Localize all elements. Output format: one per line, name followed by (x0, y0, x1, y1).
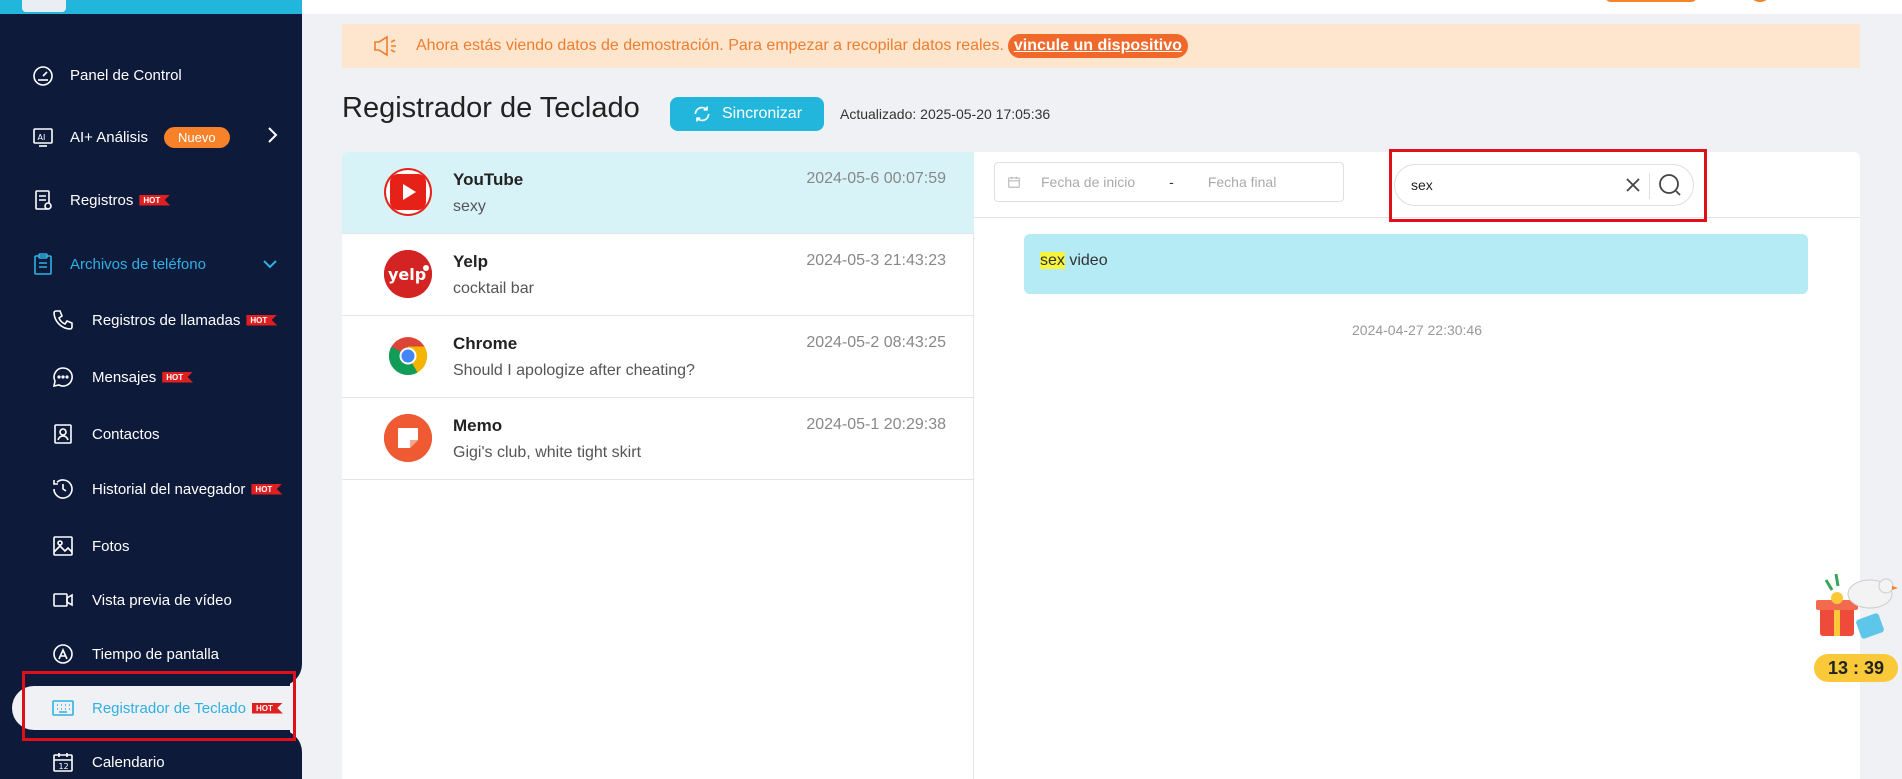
demo-banner: Ahora estás viendo datos de demostración… (342, 24, 1860, 68)
page-title: Registrador de Teclado (342, 92, 640, 124)
date-separator: - (1169, 174, 1174, 190)
list-item[interactable]: Chrome Should I apologize after cheating… (342, 316, 974, 398)
annotation-box-keylogger (22, 671, 296, 741)
history-icon (50, 476, 76, 502)
annotation-box-search (1389, 149, 1707, 222)
sidebar-item-registros[interactable]: Registros HOT (0, 180, 302, 220)
gift-bird-icon (1816, 573, 1898, 639)
typed-text: Should I apologize after cheating? (453, 362, 695, 379)
sidebar-item-dashboard[interactable]: Panel de Control (0, 55, 302, 95)
timestamp: 2024-05-3 21:43:23 (806, 252, 946, 269)
refresh-icon (692, 104, 712, 124)
hot-badge: HOT (246, 314, 278, 326)
list-item[interactable]: yelp Yelp cocktail bar 2024-05-3 21:43:2… (342, 234, 974, 316)
youtube-icon (384, 168, 432, 216)
chat-icon (50, 364, 76, 390)
timestamp: 2024-05-2 08:43:25 (806, 334, 946, 351)
sidebar-item-video-preview[interactable]: Vista previa de vídeo (0, 580, 302, 620)
sidebar-item-contacts[interactable]: Contactos (0, 414, 302, 454)
app-name: Chrome (453, 334, 518, 353)
sidebar-item-calendar[interactable]: 12 Calendario (0, 742, 302, 779)
chevron-right-icon (266, 126, 278, 149)
svg-text:AI: AI (38, 133, 46, 142)
start-date-field[interactable]: Fecha de inicio (1041, 174, 1135, 190)
list-item[interactable]: YouTube sexy 2024-05-6 00:07:59 (342, 152, 974, 234)
sidebar-item-screen-time[interactable]: Tiempo de pantalla (0, 634, 302, 674)
sidebar-item-label: Tiempo de pantalla (92, 645, 220, 663)
sidebar-item-label: Fotos (92, 537, 130, 555)
list-item[interactable]: Memo Gigi's club, white tight skirt 2024… (342, 398, 974, 480)
keylogger-panel: YouTube sexy 2024-05-6 00:07:59 yelp Yel… (342, 152, 1860, 779)
clipboard-icon (30, 251, 56, 277)
sidebar-item-call-logs[interactable]: Registros de llamadas HOT (0, 300, 302, 340)
calendar-icon (1007, 175, 1021, 189)
sidebar-item-browser-history[interactable]: Historial del navegador HOT (0, 469, 302, 509)
sidebar-item-label: Panel de Control (70, 66, 182, 84)
new-badge: Nuevo (163, 126, 230, 148)
chrome-icon (384, 332, 432, 380)
sidebar-item-ai-analysis[interactable]: AI AI+ Análisis Nuevo (0, 117, 302, 157)
memo-icon (384, 414, 432, 462)
ai-icon: AI (30, 124, 56, 150)
countdown-timer: 13 : 39 (1814, 654, 1898, 682)
timestamp: 2024-05-1 20:29:38 (806, 416, 946, 433)
megaphone-icon (372, 35, 398, 57)
typed-text: sexy (453, 198, 486, 215)
app-name: Memo (453, 416, 503, 435)
search-highlight: sex (1040, 252, 1065, 269)
message-bubble: sex video (1024, 234, 1808, 294)
hot-badge: HOT (251, 483, 283, 495)
sync-button[interactable]: Sincronizar (670, 97, 824, 131)
detail-pane: Fecha de inicio - Fecha final sex video … (974, 152, 1860, 779)
top-bar (302, 0, 1902, 14)
hot-badge: HOT (162, 371, 194, 383)
yelp-icon: yelp (384, 250, 432, 298)
message-text: video (1064, 252, 1108, 269)
last-updated: Actualizado: 2025-05-20 17:05:36 (840, 106, 1051, 122)
sidebar-item-photos[interactable]: Fotos (0, 526, 302, 566)
message-timestamp: 2024-04-27 22:30:46 (1352, 322, 1482, 338)
sidebar-item-messages[interactable]: Mensajes HOT (0, 357, 302, 397)
timestamp: 2024-05-6 00:07:59 (806, 170, 946, 187)
video-camera-icon (50, 587, 76, 613)
sync-label: Sincronizar (721, 105, 803, 122)
sidebar-item-label: AI+ Análisis (70, 128, 148, 146)
document-icon (30, 187, 56, 213)
svg-text:12: 12 (59, 762, 69, 771)
typed-text: Gigi's club, white tight skirt (453, 444, 642, 461)
device-avatar[interactable] (22, 0, 66, 12)
sidebar-item-label: Mensajes (92, 368, 157, 386)
phone-icon (50, 307, 76, 333)
contact-card-icon (50, 421, 76, 447)
link-device-link[interactable]: vincule un dispositivo (1007, 34, 1188, 58)
sidebar-item-label: Registros de llamadas (92, 311, 241, 329)
sidebar-item-phone-files[interactable]: Archivos de teléfono (0, 244, 302, 284)
top-action-button[interactable] (1605, 0, 1697, 2)
sidebar: Panel de Control AI AI+ Análisis Nuevo R… (0, 0, 302, 779)
image-icon (50, 533, 76, 559)
svg-text:yelp: yelp (388, 265, 426, 284)
sidebar-item-label: Archivos de teléfono (70, 255, 206, 273)
calendar-icon: 12 (50, 749, 76, 775)
sidebar-item-label: Vista previa de vídeo (92, 591, 232, 609)
sidebar-header (0, 0, 302, 14)
app-store-icon (50, 641, 76, 667)
app-list: YouTube sexy 2024-05-6 00:07:59 yelp Yel… (342, 152, 974, 779)
sidebar-item-label: Historial del navegador (92, 480, 246, 498)
speedometer-icon (30, 62, 56, 88)
end-date-field[interactable]: Fecha final (1208, 174, 1276, 190)
chevron-down-icon (262, 254, 278, 275)
banner-text: Ahora estás viendo datos de demostración… (416, 37, 1004, 54)
sidebar-item-label: Calendario (92, 753, 165, 771)
app-name: Yelp (453, 252, 488, 271)
date-range-picker[interactable]: Fecha de inicio - Fecha final (994, 162, 1344, 202)
promo-widget[interactable]: 13 : 39 (1806, 566, 1902, 686)
typed-text: cocktail bar (453, 280, 534, 297)
sidebar-item-label: Registros (70, 191, 134, 209)
hot-badge: HOT (139, 194, 171, 206)
sidebar-item-label: Contactos (92, 425, 160, 443)
app-name: YouTube (453, 170, 524, 189)
